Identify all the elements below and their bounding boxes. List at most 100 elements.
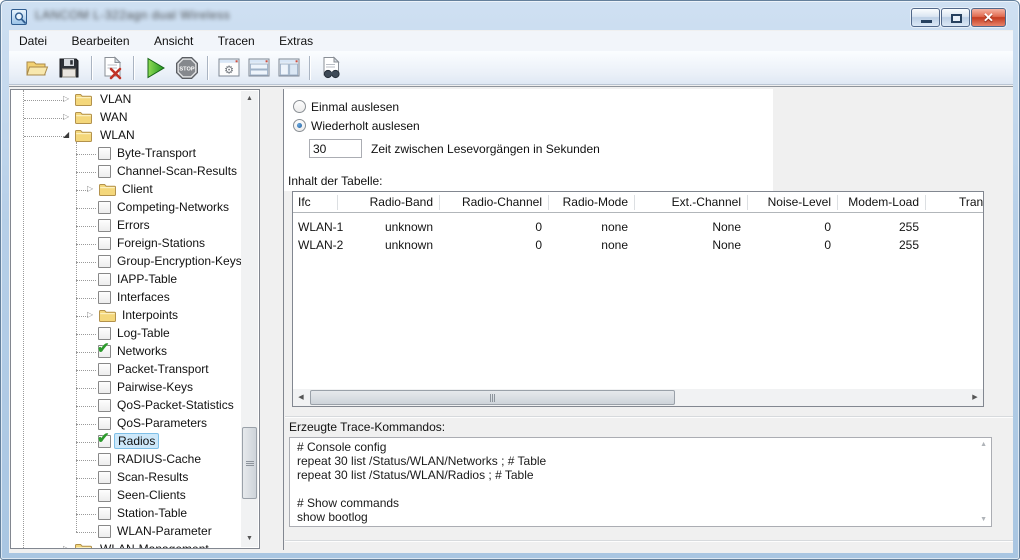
column-separator[interactable] <box>634 195 635 210</box>
tree-item-client[interactable]: ▷Client <box>11 181 241 199</box>
trace-checkbox[interactable] <box>98 147 111 160</box>
expand-icon[interactable]: ▷ <box>63 94 69 103</box>
tree-item-radius-cache[interactable]: RADIUS-Cache <box>11 451 241 469</box>
tree-item-wan[interactable]: ▷WAN <box>11 109 241 127</box>
trace-checkbox[interactable] <box>98 525 111 538</box>
column-header-tran[interactable]: Tran <box>925 192 984 212</box>
table-cell[interactable]: None <box>634 218 747 236</box>
close-button[interactable]: ✕ <box>971 8 1006 27</box>
scroll-down-icon[interactable]: ▼ <box>980 516 987 523</box>
tree-item-vlan[interactable]: ▷VLAN <box>11 91 241 109</box>
tree-item-competing-networks[interactable]: Competing-Networks <box>11 199 241 217</box>
show-trace-results-button[interactable] <box>317 54 345 82</box>
tree-item-station-table[interactable]: Station-Table <box>11 505 241 523</box>
column-separator[interactable] <box>337 195 338 210</box>
app-magnifier-icon[interactable] <box>11 9 27 25</box>
column-header-noise-level[interactable]: Noise-Level <box>747 192 837 212</box>
table-cell[interactable]: 0 <box>439 218 548 236</box>
tree-item-packet-transport[interactable]: Packet-Transport <box>11 361 241 379</box>
title-bar[interactable]: LANCOM L-322agn dual Wireless ✕ <box>1 1 1019 30</box>
scrollbar-thumb[interactable] <box>310 390 675 405</box>
stop-trace-button[interactable]: STOP <box>173 54 201 82</box>
scroll-up-icon[interactable]: ▲ <box>241 91 258 107</box>
tree-item-interpoints[interactable]: ▷Interpoints <box>11 307 241 325</box>
column-header-radio-channel[interactable]: Radio-Channel <box>439 192 548 212</box>
tree-item-group-encryption-keys[interactable]: Group-Encryption-Keys <box>11 253 241 271</box>
radio-wiederholt-auslesen[interactable] <box>293 119 306 132</box>
scrollbar-thumb[interactable] <box>242 427 257 499</box>
tree-item-byte-transport[interactable]: Byte-Transport <box>11 145 241 163</box>
trace-checkbox[interactable] <box>98 363 111 376</box>
radio-einmal-label[interactable]: Einmal auslesen <box>311 100 399 114</box>
maximize-button[interactable] <box>941 8 970 27</box>
column-header-ifc[interactable]: Ifc <box>293 192 337 212</box>
expand-icon[interactable]: ▷ <box>87 310 93 319</box>
tree-item-channel-scan-results[interactable]: Channel-Scan-Results <box>11 163 241 181</box>
trace-checkbox[interactable] <box>98 507 111 520</box>
interval-input[interactable] <box>309 139 362 158</box>
column-header-radio-mode[interactable]: Radio-Mode <box>548 192 634 212</box>
tree-item-scan-results[interactable]: Scan-Results <box>11 469 241 487</box>
column-separator[interactable] <box>439 195 440 210</box>
split-view-vertical-button[interactable] <box>275 54 303 82</box>
table-cell[interactable]: WLAN-2 <box>293 236 337 254</box>
trace-checkbox[interactable] <box>98 291 111 304</box>
open-file-button[interactable] <box>23 54 51 82</box>
table-cell[interactable]: 0 <box>747 218 837 236</box>
collapse-icon[interactable]: ◢ <box>63 130 69 139</box>
expand-icon[interactable]: ▷ <box>63 112 69 121</box>
tree-item-wlan-parameter[interactable]: WLAN-Parameter <box>11 523 241 541</box>
radio-wiederholt-label[interactable]: Wiederholt auslesen <box>311 119 420 133</box>
trace-checkbox[interactable] <box>98 255 111 268</box>
tree-vertical-scrollbar[interactable]: ▲ ▼ <box>241 91 258 547</box>
tree-item-radios[interactable]: ✔Radios <box>11 433 241 451</box>
column-separator[interactable] <box>548 195 549 210</box>
table-cell[interactable]: 0 <box>439 236 548 254</box>
table-cell[interactable]: none <box>548 218 634 236</box>
save-file-button[interactable] <box>55 54 83 82</box>
trace-checkbox[interactable] <box>98 381 111 394</box>
tree-item-wlan-management[interactable]: ▷WLAN-Management <box>11 541 241 549</box>
menu-bearbeiten[interactable]: Bearbeiten <box>61 31 139 51</box>
expand-icon[interactable]: ▷ <box>63 544 69 549</box>
column-separator[interactable] <box>747 195 748 210</box>
tree-item-interfaces[interactable]: Interfaces <box>11 289 241 307</box>
trace-settings-button[interactable]: ⚙ <box>215 54 243 82</box>
menu-extras[interactable]: Extras <box>269 31 323 51</box>
trace-checkbox[interactable] <box>98 471 111 484</box>
tree-item-networks[interactable]: ✔Networks <box>11 343 241 361</box>
trace-checkbox[interactable] <box>98 201 111 214</box>
trace-checkbox[interactable] <box>98 273 111 286</box>
scroll-down-icon[interactable]: ▼ <box>241 531 258 547</box>
scroll-right-icon[interactable]: ▶ <box>967 389 983 406</box>
table-horizontal-scrollbar[interactable]: ◀ ▶ <box>293 389 983 406</box>
table-cell[interactable]: unknown <box>337 218 439 236</box>
minimize-button[interactable] <box>911 8 940 27</box>
expand-icon[interactable]: ▷ <box>87 184 93 193</box>
column-separator[interactable] <box>925 195 926 210</box>
table-cell[interactable]: none <box>548 236 634 254</box>
radios-table[interactable]: IfcRadio-BandRadio-ChannelRadio-ModeExt.… <box>292 191 984 407</box>
menu-tracen[interactable]: Tracen <box>208 31 265 51</box>
tree-item-wlan[interactable]: ◢WLAN <box>11 127 241 145</box>
start-trace-button[interactable] <box>141 54 169 82</box>
tree-item-iapp-table[interactable]: IAPP-Table <box>11 271 241 289</box>
table-cell[interactable]: WLAN-1 <box>293 218 337 236</box>
radio-einmal-auslesen[interactable] <box>293 100 306 113</box>
table-cell[interactable]: unknown <box>337 236 439 254</box>
table-cell[interactable]: 255 <box>837 236 925 254</box>
tree-item-log-table[interactable]: Log-Table <box>11 325 241 343</box>
column-header-radio-band[interactable]: Radio-Band <box>337 192 439 212</box>
tree-item-qos-packet-statistics[interactable]: QoS-Packet-Statistics <box>11 397 241 415</box>
tree-item-foreign-stations[interactable]: Foreign-Stations <box>11 235 241 253</box>
table-cell[interactable]: None <box>634 236 747 254</box>
clear-trace-button[interactable] <box>99 54 127 82</box>
menu-ansicht[interactable]: Ansicht <box>144 31 203 51</box>
trace-commands-textarea[interactable]: # Console config repeat 30 list /Status/… <box>289 437 992 527</box>
scroll-left-icon[interactable]: ◀ <box>293 389 309 406</box>
tree-item-pairwise-keys[interactable]: Pairwise-Keys <box>11 379 241 397</box>
trace-checkbox[interactable] <box>98 399 111 412</box>
split-view-horizontal-button[interactable] <box>245 54 273 82</box>
table-cell[interactable]: 0 <box>747 236 837 254</box>
scroll-up-icon[interactable]: ▲ <box>980 441 987 448</box>
